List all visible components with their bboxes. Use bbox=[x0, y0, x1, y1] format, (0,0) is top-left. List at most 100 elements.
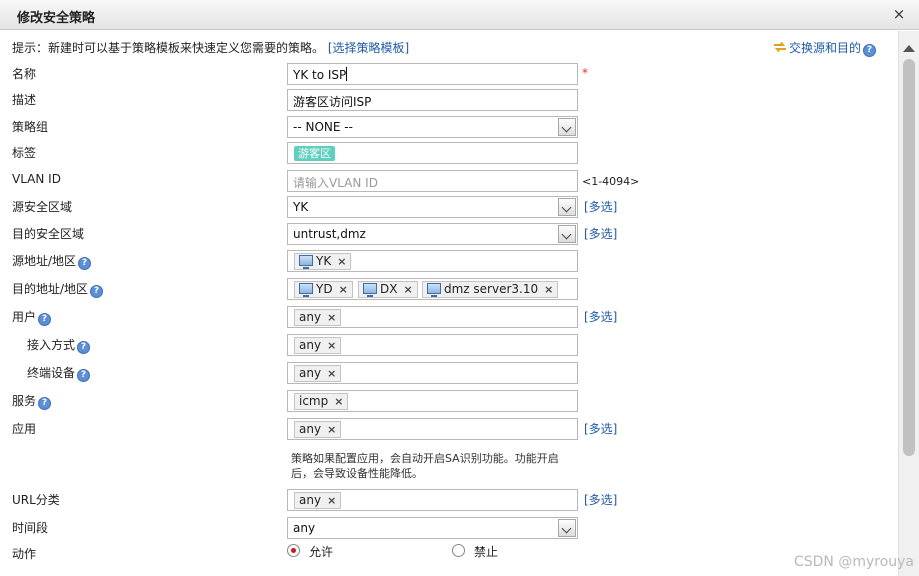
chevron-down-icon[interactable] bbox=[558, 225, 576, 243]
chevron-down-icon[interactable] bbox=[558, 519, 576, 537]
terminal-label: 终端设备? bbox=[27, 364, 91, 382]
remove-icon[interactable]: × bbox=[337, 255, 346, 268]
terminal-chip[interactable]: any × bbox=[294, 365, 342, 382]
src-addr-input[interactable]: YK × bbox=[287, 250, 578, 272]
required-mark: * bbox=[582, 66, 588, 80]
src-addr-label: 源地址/地区? bbox=[12, 252, 92, 270]
help-icon[interactable]: ? bbox=[78, 257, 92, 270]
policy-group-select[interactable]: -- NONE -- bbox=[287, 116, 578, 138]
user-input[interactable]: any × bbox=[287, 306, 578, 328]
row-user: 用户? any × [多选] bbox=[0, 306, 898, 332]
dialog-content: 提示：新建时可以基于策略模板来快速定义您需要的策略。 [选择策略模板] 交换源和… bbox=[0, 31, 898, 576]
chevron-down-icon[interactable] bbox=[558, 118, 576, 136]
swap-src-dst-link[interactable]: 交换源和目的? bbox=[773, 39, 877, 57]
access-method-label: 接入方式? bbox=[27, 336, 91, 354]
time-range-select[interactable]: any bbox=[287, 517, 578, 539]
dst-zone-value: untrust,dmz bbox=[293, 227, 366, 241]
remove-icon[interactable]: × bbox=[327, 423, 336, 436]
user-multiselect-link[interactable]: [多选] bbox=[584, 308, 617, 325]
address-chip[interactable]: dmz server3.10 × bbox=[422, 281, 559, 298]
time-range-label: 时间段 bbox=[12, 521, 49, 535]
remove-icon[interactable]: × bbox=[403, 283, 412, 296]
action-allow-radio[interactable] bbox=[287, 544, 300, 557]
dst-zone-multiselect-link[interactable]: [多选] bbox=[584, 225, 617, 242]
help-icon[interactable]: ? bbox=[77, 341, 91, 354]
row-dst-zone: 目的安全区域 untrust,dmz [多选] bbox=[0, 223, 898, 249]
user-label: 用户? bbox=[12, 308, 52, 326]
row-dst-addr: 目的地址/地区? YD × DX × dmz server3.10 × bbox=[0, 278, 898, 304]
description-input[interactable]: 游客区访问ISP bbox=[287, 89, 578, 111]
row-src-addr: 源地址/地区? YK × bbox=[0, 250, 898, 276]
help-icon[interactable]: ? bbox=[863, 44, 877, 57]
url-category-multiselect-link[interactable]: [多选] bbox=[584, 491, 617, 508]
action-deny-label[interactable]: 禁止 bbox=[474, 543, 498, 560]
src-zone-select[interactable]: YK bbox=[287, 196, 578, 218]
vlan-id-range: <1-4094> bbox=[582, 175, 640, 188]
remove-icon[interactable]: × bbox=[327, 367, 336, 380]
monitor-icon bbox=[363, 283, 377, 297]
action-label: 动作 bbox=[12, 547, 37, 561]
vlan-id-placeholder: 请输入VLAN ID bbox=[293, 176, 378, 190]
help-icon[interactable]: ? bbox=[77, 369, 91, 382]
remove-icon[interactable]: × bbox=[339, 283, 348, 296]
application-multiselect-link[interactable]: [多选] bbox=[584, 420, 617, 437]
select-template-link[interactable]: [选择策略模板] bbox=[328, 41, 409, 55]
scroll-up-icon[interactable] bbox=[903, 45, 915, 52]
hint-text: 提示：新建时可以基于策略模板来快速定义您需要的策略。 bbox=[12, 41, 325, 55]
action-allow-label[interactable]: 允许 bbox=[309, 543, 333, 560]
application-chip[interactable]: any × bbox=[294, 421, 342, 438]
dst-addr-input[interactable]: YD × DX × dmz server3.10 × bbox=[287, 278, 578, 300]
row-name: 名称 YK to ISP * bbox=[0, 63, 898, 89]
address-chip[interactable]: YD × bbox=[294, 281, 353, 298]
row-description: 描述 游客区访问ISP bbox=[0, 89, 898, 115]
name-input[interactable]: YK to ISP bbox=[287, 63, 578, 85]
policy-group-label: 策略组 bbox=[12, 120, 49, 134]
help-icon[interactable]: ? bbox=[38, 397, 52, 410]
terminal-input[interactable]: any × bbox=[287, 362, 578, 384]
close-icon[interactable]: × bbox=[891, 6, 907, 22]
row-application: 应用 any × [多选] bbox=[0, 418, 898, 444]
row-access-method: 接入方式? any × bbox=[0, 334, 898, 360]
row-service: 服务? icmp × bbox=[0, 390, 898, 416]
help-icon[interactable]: ? bbox=[38, 313, 52, 326]
text-caret bbox=[346, 67, 348, 81]
vlan-id-label: VLAN ID bbox=[12, 172, 61, 186]
tag-chip[interactable]: 游客区 bbox=[294, 146, 335, 161]
vlan-id-input[interactable]: 请输入VLAN ID bbox=[287, 170, 578, 192]
remove-icon[interactable]: × bbox=[327, 311, 336, 324]
scrollbar-thumb[interactable] bbox=[903, 59, 915, 456]
tags-input[interactable]: 游客区 bbox=[287, 142, 578, 164]
remove-icon[interactable]: × bbox=[334, 395, 343, 408]
action-deny-radio[interactable] bbox=[452, 544, 465, 557]
remove-icon[interactable]: × bbox=[327, 339, 336, 352]
address-chip[interactable]: YK × bbox=[294, 253, 352, 270]
monitor-icon bbox=[299, 283, 313, 297]
help-icon[interactable]: ? bbox=[90, 285, 104, 298]
name-value: YK to ISP bbox=[293, 68, 347, 82]
service-input[interactable]: icmp × bbox=[287, 390, 578, 412]
application-input[interactable]: any × bbox=[287, 418, 578, 440]
dialog-titlebar: 修改安全策略 × bbox=[0, 0, 919, 30]
description-value: 游客区访问ISP bbox=[293, 95, 372, 109]
row-time-range: 时间段 any bbox=[0, 517, 898, 543]
service-label: 服务? bbox=[12, 392, 52, 410]
vertical-scrollbar[interactable] bbox=[898, 31, 919, 576]
src-zone-multiselect-link[interactable]: [多选] bbox=[584, 198, 617, 215]
row-terminal: 终端设备? any × bbox=[0, 362, 898, 388]
service-chip[interactable]: icmp × bbox=[294, 393, 349, 410]
row-policy-group: 策略组 -- NONE -- bbox=[0, 116, 898, 142]
remove-icon[interactable]: × bbox=[544, 283, 553, 296]
address-chip[interactable]: DX × bbox=[358, 281, 418, 298]
url-category-input[interactable]: any × bbox=[287, 489, 578, 511]
dst-zone-select[interactable]: untrust,dmz bbox=[287, 223, 578, 245]
access-method-chip[interactable]: any × bbox=[294, 337, 342, 354]
chevron-down-icon[interactable] bbox=[558, 198, 576, 216]
url-category-chip[interactable]: any × bbox=[294, 492, 342, 509]
src-zone-value: YK bbox=[293, 200, 309, 214]
user-chip[interactable]: any × bbox=[294, 309, 342, 326]
remove-icon[interactable]: × bbox=[327, 494, 336, 507]
application-note: 策略如果配置应用，会自动开启SA识别功能。功能开启 后，会导致设备性能降低。 bbox=[291, 452, 559, 480]
tags-label: 标签 bbox=[12, 146, 37, 160]
access-method-input[interactable]: any × bbox=[287, 334, 578, 356]
dialog-title: 修改安全策略 bbox=[17, 11, 96, 26]
